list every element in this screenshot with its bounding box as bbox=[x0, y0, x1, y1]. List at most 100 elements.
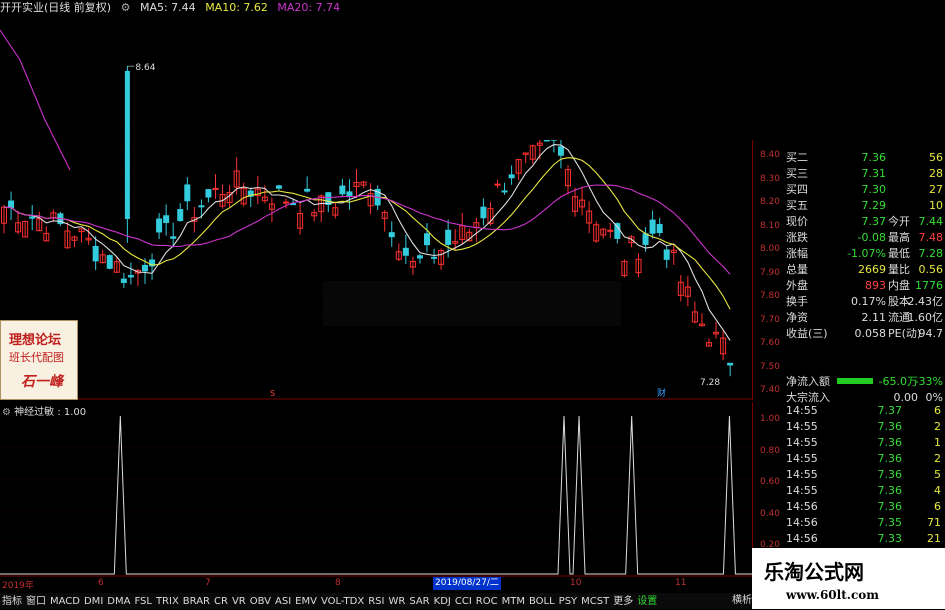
candle bbox=[515, 159, 522, 181]
tick-row[interactable]: 14:55 7.36 4 bbox=[782, 483, 945, 499]
indicator-tab[interactable]: OBV bbox=[248, 594, 273, 610]
gear-icon[interactable]: ⚙ bbox=[121, 1, 131, 14]
indicator-chart[interactable] bbox=[0, 402, 753, 577]
watermark-url: www.60lt.com bbox=[786, 588, 879, 602]
candle bbox=[177, 203, 184, 222]
candle bbox=[459, 212, 466, 245]
indicator-tab[interactable]: BRAR bbox=[181, 594, 212, 610]
quote-value: 28 bbox=[929, 167, 943, 180]
candle bbox=[579, 186, 586, 216]
tab-horizontal[interactable]: 横析 bbox=[730, 593, 754, 609]
indicator-tab[interactable]: WR bbox=[386, 594, 407, 610]
indicator-tab[interactable]: MCST bbox=[579, 594, 611, 610]
quote-row: 买二 7.36 56 bbox=[782, 150, 945, 166]
candle bbox=[691, 301, 698, 324]
indicator-tab[interactable]: VR bbox=[230, 594, 248, 610]
price-tick: 8.00 bbox=[759, 244, 780, 254]
tick-row[interactable]: 14:55 7.36 2 bbox=[782, 419, 945, 435]
candle bbox=[360, 180, 367, 189]
candle bbox=[501, 182, 508, 195]
candle bbox=[1, 205, 7, 234]
indicator-tab[interactable]: TRIX bbox=[154, 594, 181, 610]
tick-price: 7.35 bbox=[877, 516, 903, 529]
indicator-tab[interactable]: EMV bbox=[293, 594, 319, 610]
tick-volume: 6 bbox=[934, 500, 941, 513]
tick-row[interactable]: 14:55 7.36 1 bbox=[782, 435, 945, 451]
indicator-tab[interactable]: 指标 bbox=[0, 594, 24, 610]
tick-row[interactable]: 14:55 7.36 5 bbox=[782, 467, 945, 483]
candle bbox=[727, 362, 734, 377]
indicator-tick: 0.80 bbox=[759, 445, 780, 456]
indicator-tab[interactable]: ASI bbox=[273, 594, 293, 610]
candle bbox=[120, 272, 127, 288]
forum-ad-box: 理想论坛 班长代配图 石一峰 bbox=[0, 320, 78, 400]
candle bbox=[670, 243, 677, 265]
candle bbox=[50, 209, 57, 222]
indicator-tab[interactable]: CR bbox=[212, 594, 230, 610]
indicator-tab[interactable]: MTM bbox=[500, 594, 527, 610]
date-label: 8 bbox=[335, 578, 341, 588]
net-inflow-row: 净流入额 -65.0万 -33% bbox=[782, 374, 945, 390]
candle bbox=[663, 246, 670, 269]
candle bbox=[557, 138, 564, 169]
candle bbox=[402, 234, 409, 265]
indicator-tab[interactable]: SAR bbox=[407, 594, 431, 610]
candle bbox=[212, 174, 219, 199]
quote-value: 1776 bbox=[915, 279, 943, 292]
candle bbox=[275, 184, 282, 191]
candle bbox=[395, 243, 402, 262]
quote-value: 1.60亿 bbox=[907, 311, 944, 324]
quote-value: -1.07% bbox=[847, 247, 886, 260]
tick-time: 14:56 bbox=[786, 500, 818, 513]
tick-time: 14:55 bbox=[786, 404, 818, 417]
gear-icon[interactable]: ⚙ bbox=[2, 407, 11, 418]
tick-row[interactable]: 14:55 7.37 6 bbox=[782, 403, 945, 419]
indicator-tab[interactable]: FSL bbox=[132, 594, 154, 610]
candle bbox=[92, 236, 99, 271]
candle bbox=[254, 176, 261, 205]
indicator-tab[interactable]: VOL-TDX bbox=[319, 594, 366, 610]
quote-row: 涨跌 -0.08 最高 7.48 bbox=[782, 230, 945, 246]
low-label: 7.28 bbox=[700, 378, 720, 388]
candle bbox=[494, 179, 501, 189]
indicator-tab[interactable]: 更多 bbox=[611, 594, 635, 610]
indicator-tab[interactable]: ROC bbox=[474, 594, 500, 610]
tick-row[interactable]: 14:55 7.36 2 bbox=[782, 451, 945, 467]
quote-value: 2669 bbox=[858, 263, 886, 276]
tick-volume: 71 bbox=[927, 516, 941, 529]
candle bbox=[247, 187, 254, 207]
tick-row[interactable]: 14:56 7.36 6 bbox=[782, 499, 945, 515]
indicator-line bbox=[0, 415, 752, 575]
indicator-tab[interactable]: 窗口 bbox=[24, 594, 48, 610]
indicator-tab[interactable]: BOLL bbox=[527, 594, 557, 610]
candle bbox=[586, 201, 593, 234]
indicator-tab[interactable]: CCI bbox=[453, 594, 474, 610]
indicator-tab[interactable]: RSI bbox=[366, 594, 386, 610]
quote-value: 56 bbox=[929, 151, 943, 164]
indicator-tab[interactable]: DMA bbox=[105, 594, 132, 610]
indicator-tab[interactable]: DMI bbox=[82, 594, 105, 610]
candle bbox=[99, 249, 106, 264]
candle bbox=[508, 165, 515, 185]
indicator-tab[interactable]: 设置 bbox=[635, 594, 659, 610]
tick-price: 7.36 bbox=[877, 452, 903, 465]
price-tick: 8.20 bbox=[759, 197, 780, 207]
tick-row[interactable]: 14:56 7.33 21 bbox=[782, 531, 945, 547]
tick-row[interactable]: 14:56 7.35 71 bbox=[782, 515, 945, 531]
quote-label: 净资 bbox=[786, 311, 808, 324]
candle bbox=[304, 176, 311, 193]
spike-candle bbox=[124, 70, 130, 219]
candle bbox=[698, 313, 705, 327]
price-tick: 7.80 bbox=[759, 291, 780, 301]
candle bbox=[149, 253, 156, 280]
quote-value: 94.7 bbox=[918, 327, 944, 340]
candle bbox=[15, 210, 22, 235]
candle bbox=[473, 217, 480, 242]
candle bbox=[409, 256, 416, 276]
quote-value: 7.31 bbox=[861, 167, 887, 180]
indicator-tab[interactable]: MACD bbox=[48, 594, 82, 610]
indicator-tab[interactable]: PSY bbox=[557, 594, 580, 610]
quote-label: 买四 bbox=[786, 183, 808, 196]
tick-volume: 2 bbox=[934, 452, 941, 465]
indicator-tab[interactable]: KDJ bbox=[432, 594, 453, 610]
